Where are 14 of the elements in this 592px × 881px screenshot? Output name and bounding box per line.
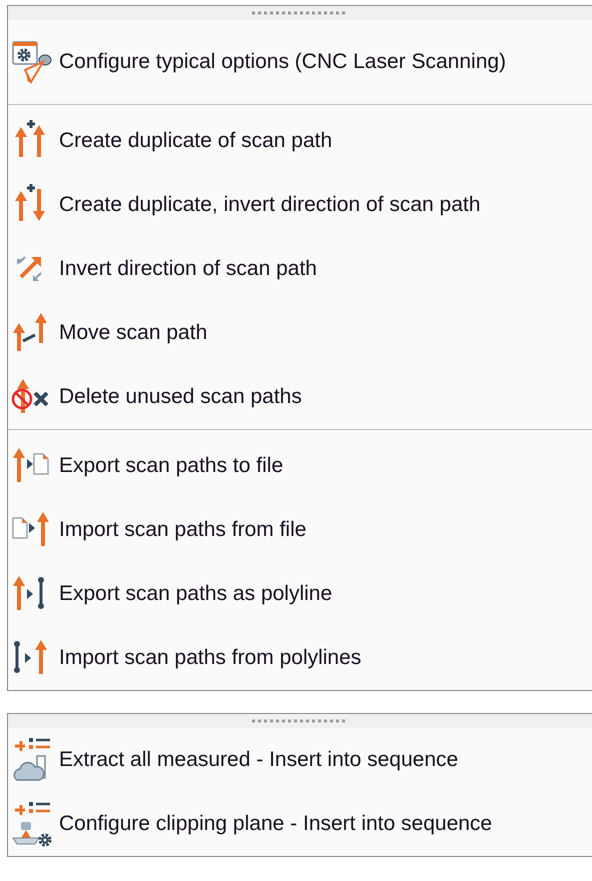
grip-handle[interactable] — [8, 714, 592, 728]
menu-item[interactable]: Create duplicate, invert direction of scan path — [8, 173, 592, 237]
menu-item[interactable]: Export scan paths as polyline — [8, 562, 592, 626]
menu-item[interactable]: Extract all measured - Insert into sequence — [8, 728, 592, 792]
menu-item[interactable]: Configure typical options (CNC Laser Scanning) — [8, 20, 592, 104]
menu-item[interactable]: Configure clipping plane - Insert into sequence — [8, 792, 592, 856]
menu-item[interactable]: Import scan paths from polylines — [8, 626, 592, 690]
menu-item[interactable]: Create duplicate of scan path — [8, 109, 592, 173]
menu-item[interactable]: Move scan path — [8, 301, 592, 365]
menu-item[interactable]: Delete unused scan paths — [8, 365, 592, 429]
grip-handle[interactable] — [8, 6, 592, 20]
menu-item[interactable]: Export scan paths to file — [8, 434, 592, 498]
menu-item[interactable]: Import scan paths from file — [8, 498, 592, 562]
menu-item[interactable]: Invert direction of scan path — [8, 237, 592, 301]
